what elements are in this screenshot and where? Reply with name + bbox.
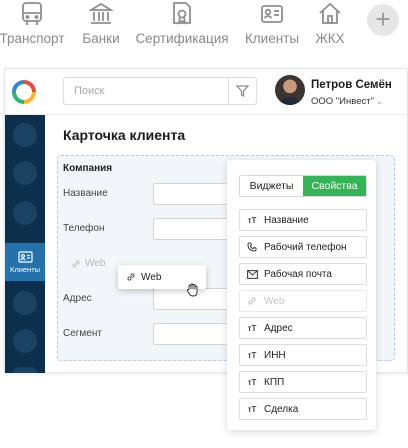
sidebar: Клиенты — [5, 115, 45, 373]
property-label: Сделка — [264, 403, 299, 415]
sidebar-item[interactable] — [13, 161, 37, 185]
property-label: Рабочий телефон — [264, 241, 347, 253]
filter-icon[interactable] — [228, 78, 256, 104]
user-org[interactable]: ООО "Инвест" ⌄ — [311, 96, 383, 107]
property-label: Рабочая почта — [264, 268, 332, 280]
property-label: Web — [264, 295, 285, 307]
sidebar-item[interactable] — [13, 123, 37, 147]
tab-properties[interactable]: Свойства — [303, 176, 366, 196]
sidebar-item-clients[interactable]: Клиенты — [5, 243, 45, 281]
category-label: Транспорт — [0, 31, 65, 46]
link-icon — [127, 273, 135, 281]
sidebar-item[interactable] — [13, 329, 37, 353]
category-banks[interactable]: Банки — [80, 0, 122, 46]
tab-widgets[interactable]: Виджеты — [240, 176, 303, 196]
field-label: Сегмент — [63, 328, 102, 339]
search-input[interactable]: Поиск — [63, 77, 257, 105]
text-icon: ᴛT — [247, 404, 257, 414]
avatar[interactable] — [275, 75, 305, 105]
property-label: КПП — [264, 376, 285, 388]
property-label: Адрес — [264, 322, 293, 334]
ghost-field-label: Web — [85, 258, 106, 269]
user-name[interactable]: Петров Семён — [311, 79, 392, 91]
page-title: Карточка клиента — [63, 127, 186, 143]
category-label: Клиенты — [244, 31, 300, 46]
category-housing[interactable]: ЖКХ — [314, 0, 346, 46]
search-placeholder: Поиск — [74, 85, 105, 97]
field-label: Адрес — [63, 293, 92, 304]
phone-field[interactable] — [153, 218, 233, 240]
field-label: Телефон — [63, 223, 105, 234]
chevron-down-icon: ⌄ — [375, 97, 383, 106]
property-item-kpp[interactable]: ᴛT КПП — [239, 371, 367, 393]
property-label: Название — [264, 214, 309, 226]
text-icon: ᴛT — [247, 377, 257, 387]
properties-panel: Виджеты Свойства ᴛT Название Рабочий тел… — [227, 160, 376, 430]
drag-label: Web — [141, 271, 162, 283]
category-label: ЖКХ — [315, 31, 345, 46]
phone-icon — [246, 242, 258, 252]
user-org-name: ООО "Инвест" — [311, 96, 374, 107]
ghost-web-field: Web — [71, 258, 105, 269]
category-label: Сертификация — [135, 31, 229, 46]
link-icon — [246, 296, 258, 306]
contact-card-icon — [260, 0, 284, 28]
contact-card-icon — [17, 250, 33, 263]
link-icon — [72, 259, 80, 268]
add-category-button[interactable]: + — [367, 4, 399, 36]
property-item-work-phone[interactable]: Рабочий телефон — [239, 236, 367, 258]
name-field[interactable] — [153, 183, 233, 205]
mail-icon — [246, 269, 258, 279]
property-item-deal[interactable]: ᴛT Сделка — [239, 398, 367, 420]
sidebar-item-label: Клиенты — [9, 264, 41, 274]
house-icon — [318, 0, 342, 28]
property-item-inn[interactable]: ᴛT ИНН — [239, 344, 367, 366]
certificate-icon — [170, 0, 194, 28]
section-title: Компания — [63, 163, 113, 174]
category-label: Банки — [82, 31, 120, 46]
sidebar-item[interactable] — [13, 201, 37, 225]
segment-field[interactable] — [153, 323, 233, 345]
category-transport[interactable]: Транспорт — [0, 0, 64, 46]
category-clients[interactable]: Клиенты — [244, 0, 300, 46]
category-certification[interactable]: Сертификация — [135, 0, 229, 46]
text-icon: ᴛT — [247, 215, 257, 225]
property-item-address[interactable]: ᴛT Адрес — [239, 317, 367, 339]
bus-icon — [20, 0, 44, 28]
app-logo — [12, 80, 36, 104]
property-item-name[interactable]: ᴛT Название — [239, 209, 367, 231]
sidebar-item[interactable] — [13, 367, 37, 373]
property-label: ИНН — [264, 349, 286, 361]
property-item-work-email[interactable]: Рабочая почта — [239, 263, 367, 285]
panel-tabs: Виджеты Свойства — [239, 175, 367, 197]
property-item-web: Web — [239, 290, 367, 312]
screen: Транспорт Банки Сертификация Клиенты ЖКХ… — [0, 0, 408, 448]
sidebar-item[interactable] — [13, 291, 37, 315]
top-bar: Поиск Петров Семён ООО "Инвест" ⌄ — [5, 69, 407, 115]
bank-icon — [89, 0, 113, 28]
text-icon: ᴛT — [247, 350, 257, 360]
text-icon: ᴛT — [247, 323, 257, 333]
grab-cursor-icon — [186, 283, 198, 297]
field-label: Название — [63, 188, 108, 199]
